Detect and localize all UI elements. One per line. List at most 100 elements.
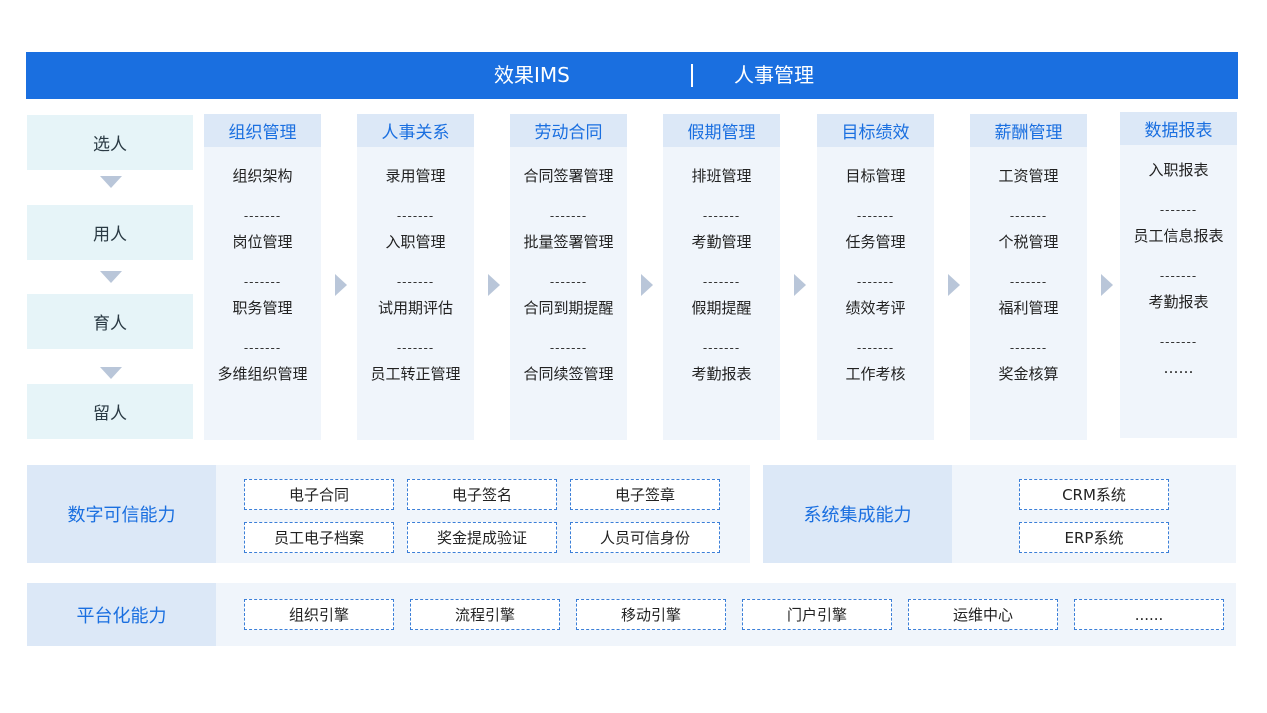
- module-item[interactable]: 职务管理: [204, 298, 321, 318]
- item-separator: -------: [702, 341, 741, 355]
- item-separator: -------: [1009, 209, 1048, 223]
- module-column-contract: 劳动合同合同签署管理 ------- 批量签署管理 ------- 合同到期提醒 ----…: [510, 114, 627, 440]
- right-arrow-icon: [488, 274, 500, 296]
- integration-band: 系统集成能力 CRM系统 ERP系统: [763, 465, 1236, 563]
- module-item[interactable]: 个税管理: [970, 232, 1087, 252]
- chip-org-engine[interactable]: 组织引擎: [244, 599, 394, 630]
- item-separator: -------: [856, 209, 895, 223]
- module-item[interactable]: 工资管理: [970, 166, 1087, 186]
- right-arrow-icon: [948, 274, 960, 296]
- platform-band: 平台化能力 组织引擎 流程引擎 移动引擎 门户引擎 运维中心 ......: [27, 583, 1236, 646]
- module-item[interactable]: 岗位管理: [204, 232, 321, 252]
- module-item[interactable]: 合同签署管理: [510, 166, 627, 186]
- item-separator: -------: [702, 275, 741, 289]
- module-column-report: 数据报表入职报表 ------- 员工信息报表 ------- 考勤报表 ------- ……: [1120, 112, 1237, 438]
- module-title-contract: 劳动合同: [510, 114, 627, 147]
- module-item[interactable]: 入职管理: [357, 232, 474, 252]
- module-column-salary: 薪酬管理工资管理 ------- 个税管理 ------- 福利管理 ------- 奖金核…: [970, 114, 1087, 440]
- header-divider: [691, 64, 693, 87]
- digital-trust-band: 数字可信能力 电子合同 电子签名 电子签章 员工电子档案 奖金提成验证 人员可信…: [27, 465, 750, 563]
- module-column-performance: 目标绩效目标管理 ------- 任务管理 ------- 绩效考评 ------- 工作考…: [817, 114, 934, 440]
- item-separator: -------: [549, 275, 588, 289]
- item-separator: -------: [1159, 335, 1198, 349]
- item-separator: -------: [396, 275, 435, 289]
- module-item[interactable]: 多维组织管理: [204, 364, 321, 384]
- module-item[interactable]: 试用期评估: [357, 298, 474, 318]
- right-arrow-icon: [794, 274, 806, 296]
- item-separator: -------: [243, 341, 282, 355]
- module-item[interactable]: 工作考核: [817, 364, 934, 384]
- chip-crm[interactable]: CRM系统: [1019, 479, 1169, 510]
- item-separator: -------: [856, 275, 895, 289]
- module-item[interactable]: 入职报表: [1120, 160, 1237, 180]
- item-separator: -------: [243, 209, 282, 223]
- module-item[interactable]: 考勤报表: [663, 364, 780, 384]
- chip-trusted-identity[interactable]: 人员可信身份: [570, 522, 720, 553]
- integration-label: 系统集成能力: [763, 465, 952, 563]
- module-title-report: 数据报表: [1120, 112, 1237, 145]
- module-item[interactable]: 考勤报表: [1120, 292, 1237, 312]
- module-item[interactable]: 绩效考评: [817, 298, 934, 318]
- down-arrow-icon: [100, 367, 122, 379]
- stage-develop: 育人: [27, 294, 193, 349]
- item-separator: -------: [1009, 275, 1048, 289]
- chip-mobile-engine[interactable]: 移动引擎: [576, 599, 726, 630]
- chip-e-contract[interactable]: 电子合同: [244, 479, 394, 510]
- right-arrow-icon: [335, 274, 347, 296]
- module-item[interactable]: 排班管理: [663, 166, 780, 186]
- item-separator: -------: [549, 341, 588, 355]
- down-arrow-icon: [100, 176, 122, 188]
- item-separator: -------: [243, 275, 282, 289]
- chip-e-signature[interactable]: 电子签名: [407, 479, 557, 510]
- digital-trust-label: 数字可信能力: [27, 465, 216, 563]
- item-separator: -------: [1159, 203, 1198, 217]
- module-item[interactable]: 福利管理: [970, 298, 1087, 318]
- module-item[interactable]: 组织架构: [204, 166, 321, 186]
- stage-retain: 留人: [27, 384, 193, 439]
- item-separator: -------: [396, 209, 435, 223]
- header-bar: 效果IMS 人事管理: [26, 52, 1238, 99]
- chip-bonus-verify[interactable]: 奖金提成验证: [407, 522, 557, 553]
- item-separator: -------: [702, 209, 741, 223]
- module-item[interactable]: 假期提醒: [663, 298, 780, 318]
- module-item[interactable]: 录用管理: [357, 166, 474, 186]
- module-item[interactable]: 合同续签管理: [510, 364, 627, 384]
- right-arrow-icon: [641, 274, 653, 296]
- module-title-salary: 薪酬管理: [970, 114, 1087, 147]
- item-separator: -------: [1009, 341, 1048, 355]
- item-separator: -------: [549, 209, 588, 223]
- chip-e-archive[interactable]: 员工电子档案: [244, 522, 394, 553]
- item-separator: -------: [396, 341, 435, 355]
- module-item[interactable]: 奖金核算: [970, 364, 1087, 384]
- item-separator: -------: [856, 341, 895, 355]
- header-product: 效果IMS: [494, 63, 570, 87]
- module-title-org: 组织管理: [204, 114, 321, 147]
- chip-e-seal[interactable]: 电子签章: [570, 479, 720, 510]
- module-column-personnel: 人事关系录用管理 ------- 入职管理 ------- 试用期评估 ------- 员工…: [357, 114, 474, 440]
- module-item[interactable]: 合同到期提醒: [510, 298, 627, 318]
- chip-more[interactable]: ......: [1074, 599, 1224, 630]
- chip-ops-center[interactable]: 运维中心: [908, 599, 1058, 630]
- module-column-org: 组织管理组织架构 ------- 岗位管理 ------- 职务管理 ------- 多维组…: [204, 114, 321, 440]
- down-arrow-icon: [100, 271, 122, 283]
- module-item[interactable]: 员工信息报表: [1120, 226, 1237, 246]
- platform-label: 平台化能力: [27, 583, 216, 646]
- module-item[interactable]: 考勤管理: [663, 232, 780, 252]
- module-title-performance: 目标绩效: [817, 114, 934, 147]
- header-module: 人事管理: [734, 63, 814, 87]
- stage-use: 用人: [27, 205, 193, 260]
- chip-portal-engine[interactable]: 门户引擎: [742, 599, 892, 630]
- module-title-personnel: 人事关系: [357, 114, 474, 147]
- module-item[interactable]: 目标管理: [817, 166, 934, 186]
- chip-erp[interactable]: ERP系统: [1019, 522, 1169, 553]
- module-item[interactable]: ……: [1120, 358, 1237, 378]
- module-item[interactable]: 员工转正管理: [357, 364, 474, 384]
- module-column-leave: 假期管理排班管理 ------- 考勤管理 ------- 假期提醒 ------- 考勤报…: [663, 114, 780, 440]
- module-item[interactable]: 任务管理: [817, 232, 934, 252]
- module-item[interactable]: 批量签署管理: [510, 232, 627, 252]
- stage-select: 选人: [27, 115, 193, 170]
- item-separator: -------: [1159, 269, 1198, 283]
- right-arrow-icon: [1101, 274, 1113, 296]
- module-title-leave: 假期管理: [663, 114, 780, 147]
- chip-process-engine[interactable]: 流程引擎: [410, 599, 560, 630]
